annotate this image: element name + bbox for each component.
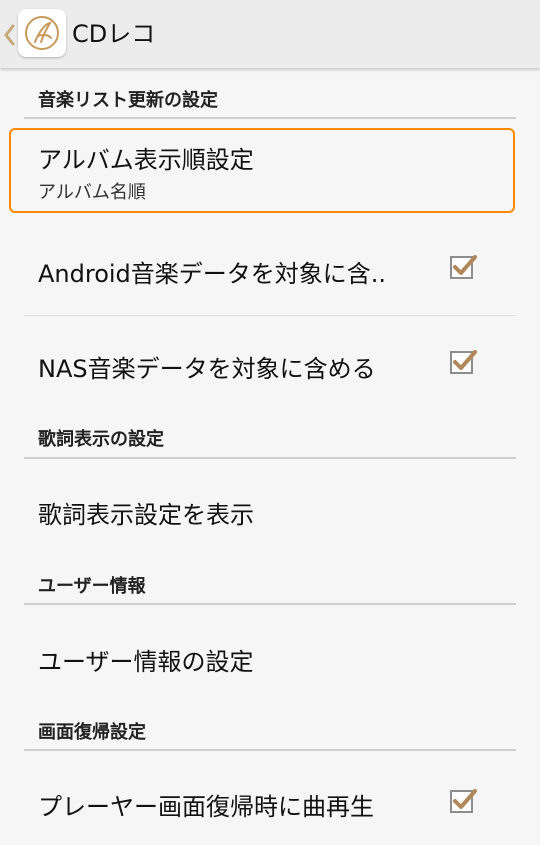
section-divider xyxy=(24,117,516,119)
pref-android-music-checkbox[interactable] xyxy=(448,252,478,282)
pref-resume-play-title[interactable]: プレーヤー画面復帰時に曲再生 xyxy=(38,787,374,822)
section-header-lyrics: 歌詞表示の設定 xyxy=(38,429,164,450)
pref-android-music-title[interactable]: Android音楽データを対象に含.. xyxy=(38,254,386,289)
pref-nas-music-checkbox[interactable] xyxy=(448,347,478,377)
pref-user-info-title[interactable]: ユーザー情報の設定 xyxy=(38,642,254,677)
pref-album-order-summary: アルバム名順 xyxy=(38,182,146,203)
pref-album-order-title: アルバム表示順設定 xyxy=(38,146,254,174)
section-header-screen-resume: 画面復帰設定 xyxy=(38,722,146,743)
pref-resume-play-checkbox[interactable] xyxy=(448,786,478,816)
section-header-user: ユーザー情報 xyxy=(38,576,146,597)
chevron-left-icon[interactable] xyxy=(3,23,15,47)
pref-nas-music-title[interactable]: NAS音楽データを対象に含める xyxy=(38,349,376,384)
pref-lyrics-display-title[interactable]: 歌詞表示設定を表示 xyxy=(38,495,254,530)
section-divider xyxy=(24,457,516,459)
section-header-music-list: 音楽リスト更新の設定 xyxy=(38,90,218,111)
item-divider xyxy=(24,315,516,316)
cd-reco-app-logo-icon[interactable] xyxy=(18,9,66,57)
app-title: CDレコ xyxy=(72,20,156,48)
app-bar: CDレコ xyxy=(0,0,540,68)
section-divider xyxy=(24,749,516,751)
section-divider xyxy=(24,603,516,605)
